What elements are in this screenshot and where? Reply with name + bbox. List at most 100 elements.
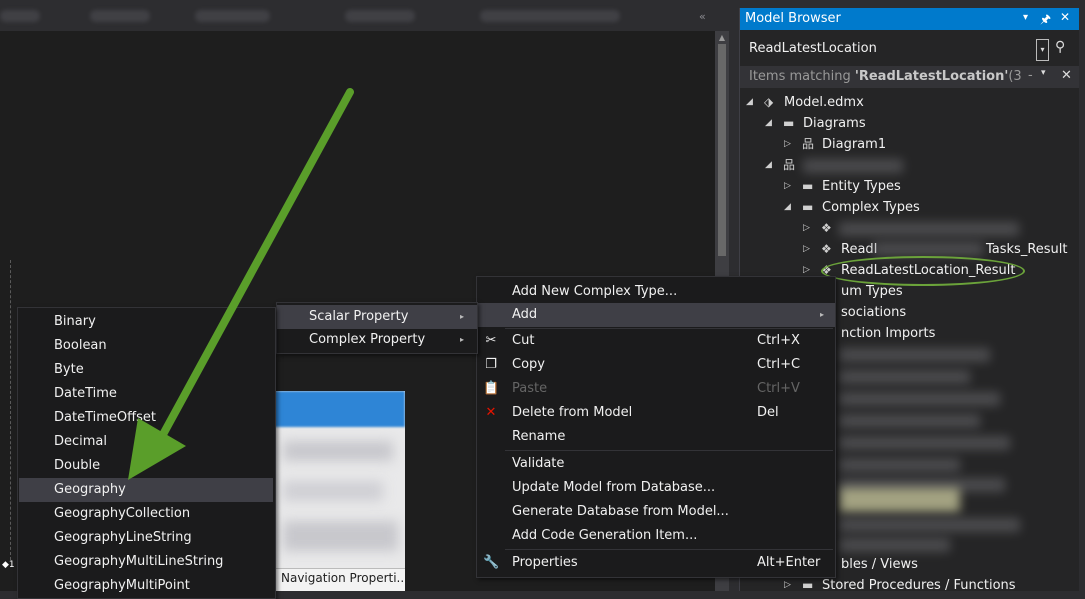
next-result-icon[interactable]: ▾: [1041, 68, 1046, 78]
collapsed-arrow-icon[interactable]: ▷: [803, 239, 810, 260]
tab-overflow-arrows-icon[interactable]: «: [699, 10, 707, 23]
blurred-tab[interactable]: [480, 10, 620, 22]
tree-label: Complex Types: [822, 200, 920, 215]
menu-shortcut: Del: [757, 405, 779, 420]
menu-item-copy[interactable]: ❐ Copy Ctrl+C: [477, 353, 835, 377]
tree-label: Stored Procedures / Functions: [822, 578, 1016, 593]
previous-result-icon[interactable]: -: [1028, 68, 1033, 83]
menu-item-type[interactable]: GeographyMultiLineString: [19, 550, 273, 574]
menu-item-generate-database[interactable]: Generate Database from Model...: [477, 500, 835, 524]
expanded-arrow-icon[interactable]: ◢: [784, 197, 791, 218]
menu-label: Complex Property: [309, 332, 426, 347]
collapsed-arrow-icon[interactable]: ▷: [803, 218, 810, 239]
menu-item-validate[interactable]: Validate: [477, 452, 835, 476]
menu-label: Generate Database from Model...: [512, 504, 729, 519]
menu-label: Byte: [54, 362, 84, 377]
filter-prefix: Items matching: [749, 69, 855, 84]
pin-icon[interactable]: 🖈: [1040, 10, 1051, 31]
edmx-file-icon: ⬗: [764, 95, 774, 109]
scalar-type-submenu: Binary Boolean Byte DateTime DateTimeOffset D…: [17, 307, 276, 599]
menu-item-update-model[interactable]: Update Model from Database...: [477, 476, 835, 500]
menu-item-add[interactable]: Add ▸: [477, 303, 835, 327]
menu-label: GeographyMultiLineString: [54, 554, 224, 569]
menu-item-type[interactable]: DateTime: [19, 382, 273, 406]
blurred-item: [840, 348, 990, 362]
menu-item-type[interactable]: GeographyLineString: [19, 526, 273, 550]
document-tab-strip: [0, 0, 715, 32]
connector-badge-number: 1: [8, 560, 15, 570]
blurred-tab[interactable]: [90, 10, 150, 22]
complex-type-icon: ❖: [821, 221, 832, 235]
submenu-arrow-icon: ▸: [460, 312, 465, 321]
menu-item-scalar-property[interactable]: Scalar Property ▸: [277, 305, 477, 329]
menu-item-add-code-generation[interactable]: Add Code Generation Item...: [477, 524, 835, 548]
collapsed-arrow-icon[interactable]: ▷: [784, 176, 791, 197]
scroll-up-icon[interactable]: ▲: [716, 33, 728, 43]
clear-search-icon[interactable]: ✕: [1061, 68, 1072, 83]
menu-label: Double: [54, 458, 101, 473]
menu-item-type[interactable]: DateTimeOffset: [19, 406, 273, 430]
menu-item-cut[interactable]: ✂ Cut Ctrl+X: [477, 329, 835, 353]
menu-item-type[interactable]: Geography: [19, 478, 273, 502]
menu-label: Binary: [54, 314, 96, 329]
menu-item-type[interactable]: GeographyMultiPoint: [19, 574, 273, 598]
search-bar: ReadLatestLocation ▾ ⚲: [740, 35, 1079, 61]
blurred-highlight: [840, 488, 960, 512]
menu-label: Delete from Model: [512, 405, 633, 420]
menu-item-delete[interactable]: ✕ Delete from Model Del: [477, 401, 835, 425]
menu-item-rename[interactable]: Rename: [477, 425, 835, 449]
menu-label: GeographyLineString: [54, 530, 192, 545]
navigation-properties-label[interactable]: Navigation Properti...: [273, 568, 405, 591]
connector-badge: ◆1: [2, 560, 15, 570]
blurred-tab[interactable]: [0, 10, 40, 22]
menu-item-type[interactable]: Binary: [19, 310, 273, 334]
menu-item-type[interactable]: Boolean: [19, 334, 273, 358]
blurred-tab[interactable]: [345, 10, 415, 22]
menu-item-type[interactable]: Byte: [19, 358, 273, 382]
window-position-dropdown-icon[interactable]: ▾: [1023, 12, 1028, 23]
model-icon: 品: [783, 158, 796, 172]
panel-title: Model Browser: [745, 11, 841, 26]
tree-label: nction Imports: [841, 326, 936, 341]
menu-label: Update Model from Database...: [512, 480, 716, 495]
search-icon[interactable]: ⚲: [1055, 39, 1065, 55]
search-dropdown-icon[interactable]: ▾: [1036, 39, 1049, 61]
menu-item-add-new-complex-type[interactable]: Add New Complex Type...: [477, 280, 835, 304]
scrollbar-thumb[interactable]: [718, 44, 726, 256]
paste-icon: 📋: [483, 381, 500, 396]
model-browser-titlebar: Model Browser ▾ 🖈 ✕: [740, 8, 1079, 30]
menu-item-type[interactable]: Double: [19, 454, 273, 478]
expanded-arrow-icon[interactable]: ◢: [746, 92, 753, 113]
blurred-tab[interactable]: [195, 10, 270, 22]
menu-separator: [505, 549, 833, 550]
expanded-arrow-icon[interactable]: ◢: [765, 155, 772, 176]
filter-term: 'ReadLatestLocation': [854, 69, 1009, 84]
menu-item-type[interactable]: GeographyCollection: [19, 502, 273, 526]
search-results-text: Items matching 'ReadLatestLocation'(3 fo…: [749, 69, 1024, 84]
menu-item-properties[interactable]: 🔧 Properties Alt+Enter: [477, 551, 835, 575]
menu-label: Paste: [512, 381, 548, 396]
entity-shape[interactable]: Navigation Properti...: [273, 391, 405, 591]
blurred-item: [840, 370, 970, 384]
menu-item-paste[interactable]: 📋 Paste Ctrl+V: [477, 377, 835, 401]
folder-icon: ▬: [802, 179, 814, 193]
blurred-property: [283, 481, 383, 501]
context-menu: Add New Complex Type... Add ▸ ✂ Cut Ctrl…: [476, 276, 836, 578]
blurred-label: [839, 222, 1019, 236]
menu-label: DateTime: [54, 386, 117, 401]
menu-label: Geography: [54, 482, 126, 497]
entity-header: [273, 391, 405, 427]
tree-label: Entity Types: [822, 179, 901, 194]
menu-item-type[interactable]: Decimal: [19, 430, 273, 454]
menu-item-complex-property[interactable]: Complex Property ▸: [277, 328, 477, 352]
expanded-arrow-icon[interactable]: ◢: [765, 113, 772, 134]
blurred-property: [283, 441, 393, 461]
close-icon[interactable]: ✕: [1060, 10, 1070, 24]
menu-label: Add Code Generation Item...: [512, 528, 698, 543]
collapsed-arrow-icon[interactable]: ▷: [784, 575, 791, 596]
search-input[interactable]: ReadLatestLocation: [749, 41, 877, 56]
collapsed-arrow-icon[interactable]: ▷: [784, 134, 791, 155]
copy-icon: ❐: [485, 357, 497, 372]
add-submenu: Scalar Property ▸ Complex Property ▸: [276, 302, 478, 354]
blurred-item: [840, 414, 980, 428]
